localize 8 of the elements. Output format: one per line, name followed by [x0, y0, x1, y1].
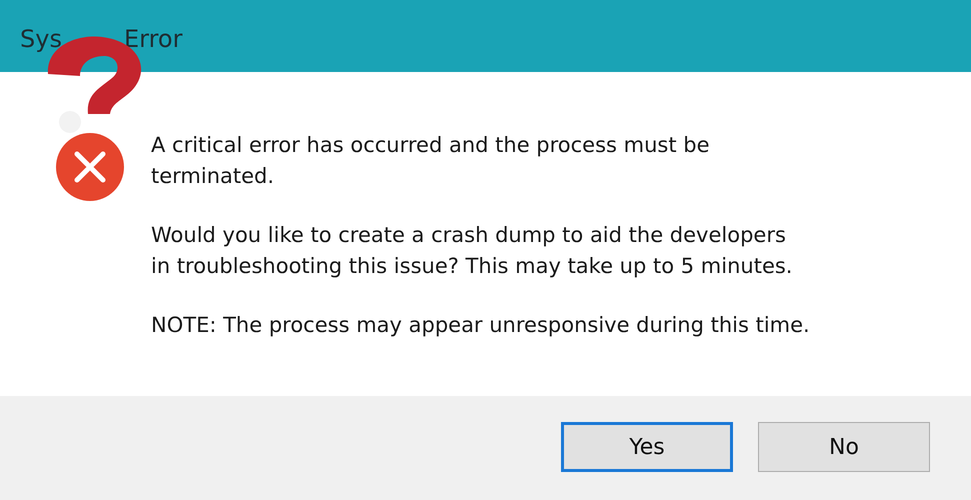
dialog-button[interactable]: No	[758, 422, 930, 472]
error-icon	[55, 132, 125, 202]
message-text: NOTE: The process may appear unresponsive during this time.	[151, 312, 810, 339]
dialog-button[interactable]: Yes	[561, 422, 733, 472]
window-title: Sys	[20, 24, 62, 55]
window-title: Error	[124, 24, 182, 55]
message-text: A critical error has occurred and the process must be terminated.	[151, 132, 711, 190]
message-text: Would you like to create a crash dump to aid the developers in troubleshooting this issue? This may take up to 5 minutes.	[151, 222, 794, 280]
